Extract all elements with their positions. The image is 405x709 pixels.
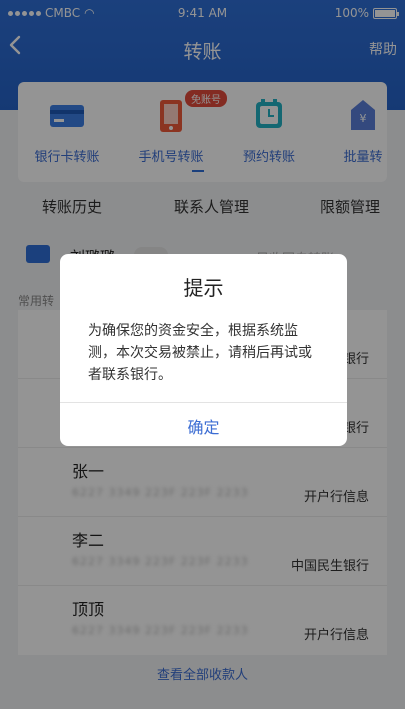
dialog-title: 提示 [183,276,224,300]
dialog-divider [60,402,347,403]
dialog-message: 为确保您的资金安全，根据系统监测，本次交易被禁止，请稍后再试或者联系银行。 [88,323,312,383]
alert-dialog: 提示 为确保您的资金安全，根据系统监测，本次交易被禁止，请稍后再试或者联系银行。… [60,254,347,446]
confirm-button[interactable]: 确定 [60,414,347,438]
